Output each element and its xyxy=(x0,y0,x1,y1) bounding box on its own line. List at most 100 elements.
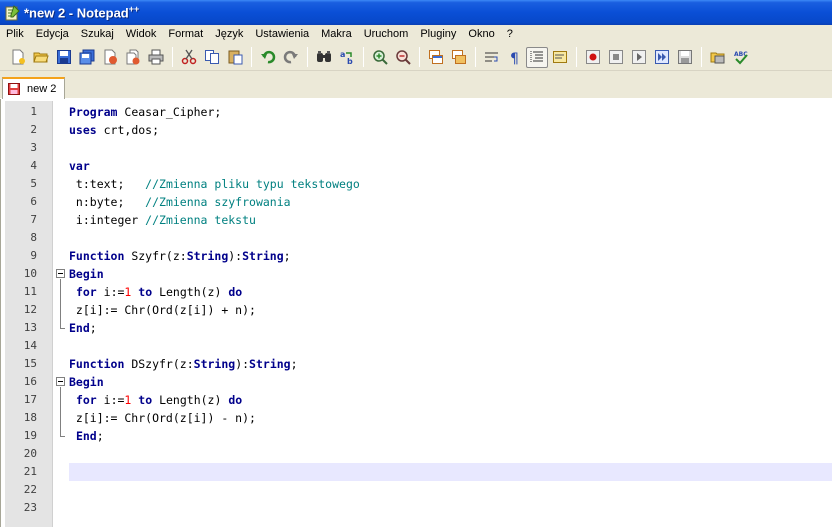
code-line[interactable]: Function Szyfr(z:String):String; xyxy=(69,247,291,265)
line-number: 10 xyxy=(23,267,37,280)
code-line[interactable]: Begin xyxy=(69,373,104,391)
menu-item-okno[interactable]: Okno xyxy=(462,25,500,44)
cut-button[interactable] xyxy=(177,46,200,68)
undo-button[interactable] xyxy=(256,46,279,68)
run-macro-multiple-button[interactable] xyxy=(650,46,673,68)
close-button[interactable] xyxy=(98,46,121,68)
editor-area[interactable]: 1 Program Ceasar_Cipher; 2 uses crt,dos; 3 4 v… xyxy=(0,99,832,527)
record-macro-icon xyxy=(585,50,600,64)
code-line[interactable]: Begin xyxy=(69,265,104,283)
line-number: 21 xyxy=(23,465,37,478)
replace-icon: ab xyxy=(340,50,353,65)
menu-item-uruchom[interactable]: Uruchom xyxy=(358,25,415,44)
line-number: 15 xyxy=(23,357,37,370)
word-wrap-icon xyxy=(484,52,498,62)
menu-item-ustawienia[interactable]: Ustawienia xyxy=(249,25,315,44)
line-number: 18 xyxy=(23,411,37,424)
print-button[interactable] xyxy=(144,46,167,68)
line-number: 5 xyxy=(30,177,37,190)
launch-browser-button[interactable] xyxy=(706,46,729,68)
line-number: 16 xyxy=(23,375,37,388)
spell-check-button[interactable]: ABC xyxy=(729,46,752,68)
find-icon xyxy=(316,51,331,62)
fold-toggle-begin-dszyfr[interactable] xyxy=(56,377,65,386)
menu-item-makra[interactable]: Makra xyxy=(315,25,358,44)
zoom-in-button[interactable] xyxy=(368,46,391,68)
svg-text:¶: ¶ xyxy=(510,51,519,65)
code-line[interactable]: n:byte; //Zmienna szyfrowania xyxy=(69,193,291,211)
toolbar-separator xyxy=(251,47,252,67)
record-macro-button[interactable] xyxy=(581,46,604,68)
svg-text:b: b xyxy=(347,57,353,65)
stop-record-button[interactable] xyxy=(604,46,627,68)
close-all-button[interactable] xyxy=(121,46,144,68)
sync-vertical-button[interactable] xyxy=(424,46,447,68)
toolbar: ab ¶ ABC xyxy=(0,44,832,71)
save-button[interactable] xyxy=(52,46,75,68)
play-macro-icon xyxy=(631,50,646,64)
fold-toggle-begin-szyfr[interactable] xyxy=(56,269,65,278)
code-line[interactable]: End; xyxy=(69,427,104,445)
toolbar-separator xyxy=(419,47,420,67)
line-number: 23 xyxy=(23,501,37,514)
user-lang-icon xyxy=(552,51,567,63)
tab-new-2[interactable]: new 2 xyxy=(2,77,65,99)
menu-item-pluginy[interactable]: Pluginy xyxy=(414,25,462,44)
sync-horizontal-button[interactable] xyxy=(447,46,470,68)
new-file-button[interactable] xyxy=(6,46,29,68)
user-lang-button[interactable] xyxy=(548,46,571,68)
menu-item-język[interactable]: Język xyxy=(209,25,249,44)
find-button[interactable] xyxy=(312,46,335,68)
menu-item--[interactable]: ? xyxy=(501,25,519,44)
open-folder-icon xyxy=(32,52,49,63)
open-file-button[interactable] xyxy=(29,46,52,68)
code-line[interactable]: z[i]:= Chr(Ord(z[i]) + n); xyxy=(69,301,256,319)
zoom-out-icon xyxy=(395,50,411,65)
close-icon xyxy=(104,49,117,65)
window-title: *new 2 - Notepad++ xyxy=(24,4,139,20)
menu-item-edycja[interactable]: Edycja xyxy=(30,25,75,44)
word-wrap-button[interactable] xyxy=(480,46,503,68)
close-all-icon xyxy=(126,49,139,65)
line-number: 14 xyxy=(23,339,37,352)
window-title-text: *new 2 - Notepad xyxy=(24,5,129,21)
code-line[interactable]: for i:=1 to Length(z) do xyxy=(69,283,242,301)
code-line[interactable]: End; xyxy=(69,319,97,337)
code-line[interactable]: Program Ceasar_Cipher; xyxy=(69,103,221,121)
fold-end-marker xyxy=(60,436,65,437)
tab-label: new 2 xyxy=(27,83,57,95)
menu-item-widok[interactable]: Widok xyxy=(120,25,163,44)
notepad-app-icon[interactable] xyxy=(4,4,20,21)
fold-guide xyxy=(60,387,61,436)
code-line[interactable]: for i:=1 to Length(z) do xyxy=(69,391,242,409)
code-line[interactable]: t:text; //Zmienna pliku typu tekstowego xyxy=(69,175,360,193)
indent-guide-button[interactable] xyxy=(526,46,548,68)
menu-item-szukaj[interactable]: Szukaj xyxy=(75,25,120,44)
sync-vertical-icon xyxy=(428,50,443,64)
replace-button[interactable]: ab xyxy=(335,46,358,68)
launch-browser-icon xyxy=(710,52,724,64)
code-line[interactable]: z[i]:= Chr(Ord(z[i]) - n); xyxy=(69,409,256,427)
title-bar[interactable]: *new 2 - Notepad++ xyxy=(0,0,832,25)
copy-button[interactable] xyxy=(200,46,223,68)
paste-icon xyxy=(228,50,242,65)
save-macro-button[interactable] xyxy=(673,46,696,68)
stop-record-icon xyxy=(608,50,623,64)
zoom-out-button[interactable] xyxy=(391,46,414,68)
line-number: 17 xyxy=(23,393,37,406)
menu-item-format[interactable]: Format xyxy=(162,25,209,44)
line-number: 1 xyxy=(30,105,37,118)
play-macro-button[interactable] xyxy=(627,46,650,68)
line-number: 13 xyxy=(23,321,37,334)
code-line[interactable]: i:integer //Zmienna tekstu xyxy=(69,211,256,229)
paste-button[interactable] xyxy=(223,46,246,68)
code-line[interactable]: var xyxy=(69,157,90,175)
run-macro-multiple-icon xyxy=(654,50,669,64)
save-all-button[interactable] xyxy=(75,46,98,68)
menu-item-plik[interactable]: Plik xyxy=(0,25,30,44)
sync-horizontal-icon xyxy=(451,50,466,64)
code-line[interactable]: uses crt,dos; xyxy=(69,121,159,139)
redo-button[interactable] xyxy=(279,46,302,68)
code-line[interactable]: Function DSzyfr(z:String):String; xyxy=(69,355,298,373)
show-all-chars-button[interactable]: ¶ xyxy=(503,46,526,68)
